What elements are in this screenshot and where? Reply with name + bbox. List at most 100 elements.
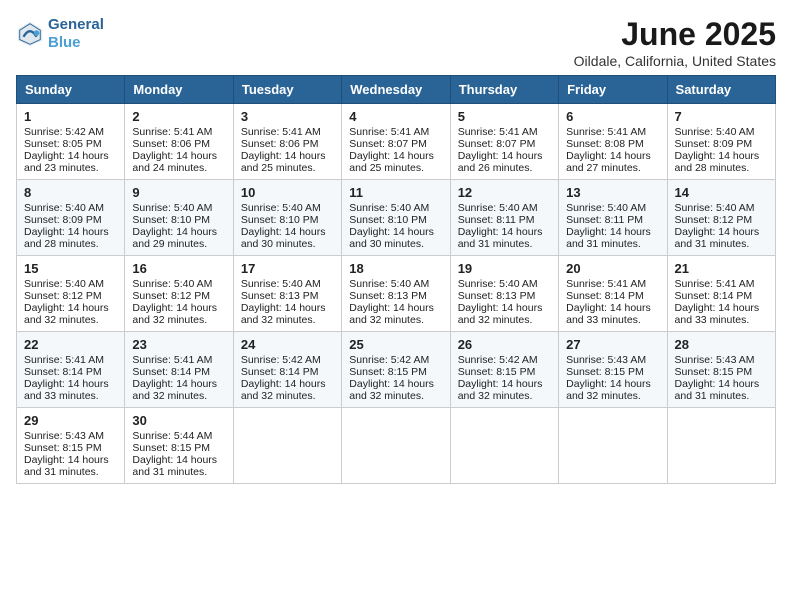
calendar-cell: 3 Sunrise: 5:41 AM Sunset: 8:06 PM Dayli…: [233, 104, 341, 180]
calendar-cell: 22 Sunrise: 5:41 AM Sunset: 8:14 PM Dayl…: [17, 332, 125, 408]
daylight-text: Daylight: 14 hours and 32 minutes.: [132, 302, 217, 326]
month-title: June 2025: [574, 16, 776, 53]
calendar-cell: 13 Sunrise: 5:40 AM Sunset: 8:11 PM Dayl…: [559, 180, 667, 256]
sunset-text: Sunset: 8:14 PM: [241, 366, 319, 378]
title-block: June 2025 Oildale, California, United St…: [574, 16, 776, 69]
day-number: 4: [349, 109, 442, 124]
daylight-text: Daylight: 14 hours and 29 minutes.: [132, 226, 217, 250]
sunset-text: Sunset: 8:12 PM: [24, 290, 102, 302]
sunset-text: Sunset: 8:13 PM: [241, 290, 319, 302]
daylight-text: Daylight: 14 hours and 33 minutes.: [566, 302, 651, 326]
day-number: 23: [132, 337, 225, 352]
sunrise-text: Sunrise: 5:42 AM: [241, 354, 321, 366]
day-number: 27: [566, 337, 659, 352]
calendar-week-row: 22 Sunrise: 5:41 AM Sunset: 8:14 PM Dayl…: [17, 332, 776, 408]
sunrise-text: Sunrise: 5:40 AM: [458, 278, 538, 290]
day-number: 16: [132, 261, 225, 276]
day-number: 21: [675, 261, 768, 276]
calendar-cell: 9 Sunrise: 5:40 AM Sunset: 8:10 PM Dayli…: [125, 180, 233, 256]
logo: General Blue: [16, 16, 104, 52]
day-number: 25: [349, 337, 442, 352]
sunset-text: Sunset: 8:07 PM: [458, 138, 536, 150]
sunrise-text: Sunrise: 5:40 AM: [675, 126, 755, 138]
sunrise-text: Sunrise: 5:43 AM: [675, 354, 755, 366]
sunrise-text: Sunrise: 5:41 AM: [132, 354, 212, 366]
sunrise-text: Sunrise: 5:41 AM: [349, 126, 429, 138]
calendar-week-row: 15 Sunrise: 5:40 AM Sunset: 8:12 PM Dayl…: [17, 256, 776, 332]
sunrise-text: Sunrise: 5:40 AM: [24, 278, 104, 290]
sunset-text: Sunset: 8:14 PM: [24, 366, 102, 378]
sunset-text: Sunset: 8:06 PM: [241, 138, 319, 150]
calendar-cell: 18 Sunrise: 5:40 AM Sunset: 8:13 PM Dayl…: [342, 256, 450, 332]
daylight-text: Daylight: 14 hours and 30 minutes.: [349, 226, 434, 250]
sunset-text: Sunset: 8:09 PM: [675, 138, 753, 150]
weekday-header: Sunday: [17, 76, 125, 104]
day-number: 24: [241, 337, 334, 352]
sunset-text: Sunset: 8:15 PM: [24, 442, 102, 454]
calendar-cell: 27 Sunrise: 5:43 AM Sunset: 8:15 PM Dayl…: [559, 332, 667, 408]
sunrise-text: Sunrise: 5:43 AM: [24, 430, 104, 442]
sunrise-text: Sunrise: 5:40 AM: [24, 202, 104, 214]
daylight-text: Daylight: 14 hours and 32 minutes.: [24, 302, 109, 326]
sunrise-text: Sunrise: 5:41 AM: [24, 354, 104, 366]
day-number: 5: [458, 109, 551, 124]
day-number: 26: [458, 337, 551, 352]
daylight-text: Daylight: 14 hours and 31 minutes.: [24, 454, 109, 478]
sunset-text: Sunset: 8:11 PM: [566, 214, 643, 226]
day-number: 2: [132, 109, 225, 124]
sunset-text: Sunset: 8:15 PM: [566, 366, 644, 378]
sunrise-text: Sunrise: 5:40 AM: [132, 202, 212, 214]
sunrise-text: Sunrise: 5:40 AM: [458, 202, 538, 214]
sunset-text: Sunset: 8:08 PM: [566, 138, 644, 150]
calendar-cell: 14 Sunrise: 5:40 AM Sunset: 8:12 PM Dayl…: [667, 180, 775, 256]
daylight-text: Daylight: 14 hours and 32 minutes.: [566, 378, 651, 402]
sunset-text: Sunset: 8:10 PM: [241, 214, 319, 226]
weekday-header: Wednesday: [342, 76, 450, 104]
daylight-text: Daylight: 14 hours and 32 minutes.: [458, 302, 543, 326]
day-number: 3: [241, 109, 334, 124]
daylight-text: Daylight: 14 hours and 28 minutes.: [24, 226, 109, 250]
calendar-table: SundayMondayTuesdayWednesdayThursdayFrid…: [16, 75, 776, 484]
weekday-header: Friday: [559, 76, 667, 104]
daylight-text: Daylight: 14 hours and 33 minutes.: [675, 302, 760, 326]
calendar-cell: [667, 408, 775, 484]
calendar-header-row: SundayMondayTuesdayWednesdayThursdayFrid…: [17, 76, 776, 104]
calendar-cell: 17 Sunrise: 5:40 AM Sunset: 8:13 PM Dayl…: [233, 256, 341, 332]
day-number: 14: [675, 185, 768, 200]
sunrise-text: Sunrise: 5:40 AM: [241, 202, 321, 214]
logo-icon: [16, 20, 44, 48]
day-number: 11: [349, 185, 442, 200]
sunset-text: Sunset: 8:10 PM: [349, 214, 427, 226]
day-number: 19: [458, 261, 551, 276]
sunset-text: Sunset: 8:06 PM: [132, 138, 210, 150]
daylight-text: Daylight: 14 hours and 32 minutes.: [458, 378, 543, 402]
sunrise-text: Sunrise: 5:40 AM: [132, 278, 212, 290]
calendar-cell: 24 Sunrise: 5:42 AM Sunset: 8:14 PM Dayl…: [233, 332, 341, 408]
calendar-cell: 1 Sunrise: 5:42 AM Sunset: 8:05 PM Dayli…: [17, 104, 125, 180]
sunrise-text: Sunrise: 5:41 AM: [566, 278, 646, 290]
daylight-text: Daylight: 14 hours and 31 minutes.: [675, 378, 760, 402]
sunrise-text: Sunrise: 5:40 AM: [349, 202, 429, 214]
sunset-text: Sunset: 8:15 PM: [349, 366, 427, 378]
daylight-text: Daylight: 14 hours and 30 minutes.: [241, 226, 326, 250]
day-number: 12: [458, 185, 551, 200]
calendar-cell: 15 Sunrise: 5:40 AM Sunset: 8:12 PM Dayl…: [17, 256, 125, 332]
sunset-text: Sunset: 8:13 PM: [458, 290, 536, 302]
sunrise-text: Sunrise: 5:42 AM: [458, 354, 538, 366]
weekday-header: Thursday: [450, 76, 558, 104]
day-number: 10: [241, 185, 334, 200]
calendar-cell: [450, 408, 558, 484]
sunrise-text: Sunrise: 5:44 AM: [132, 430, 212, 442]
calendar-week-row: 8 Sunrise: 5:40 AM Sunset: 8:09 PM Dayli…: [17, 180, 776, 256]
sunrise-text: Sunrise: 5:41 AM: [566, 126, 646, 138]
daylight-text: Daylight: 14 hours and 31 minutes.: [132, 454, 217, 478]
sunset-text: Sunset: 8:15 PM: [675, 366, 753, 378]
sunset-text: Sunset: 8:14 PM: [132, 366, 210, 378]
day-number: 9: [132, 185, 225, 200]
sunset-text: Sunset: 8:10 PM: [132, 214, 210, 226]
sunset-text: Sunset: 8:14 PM: [675, 290, 753, 302]
calendar-cell: 26 Sunrise: 5:42 AM Sunset: 8:15 PM Dayl…: [450, 332, 558, 408]
daylight-text: Daylight: 14 hours and 26 minutes.: [458, 150, 543, 174]
day-number: 29: [24, 413, 117, 428]
daylight-text: Daylight: 14 hours and 32 minutes.: [132, 378, 217, 402]
